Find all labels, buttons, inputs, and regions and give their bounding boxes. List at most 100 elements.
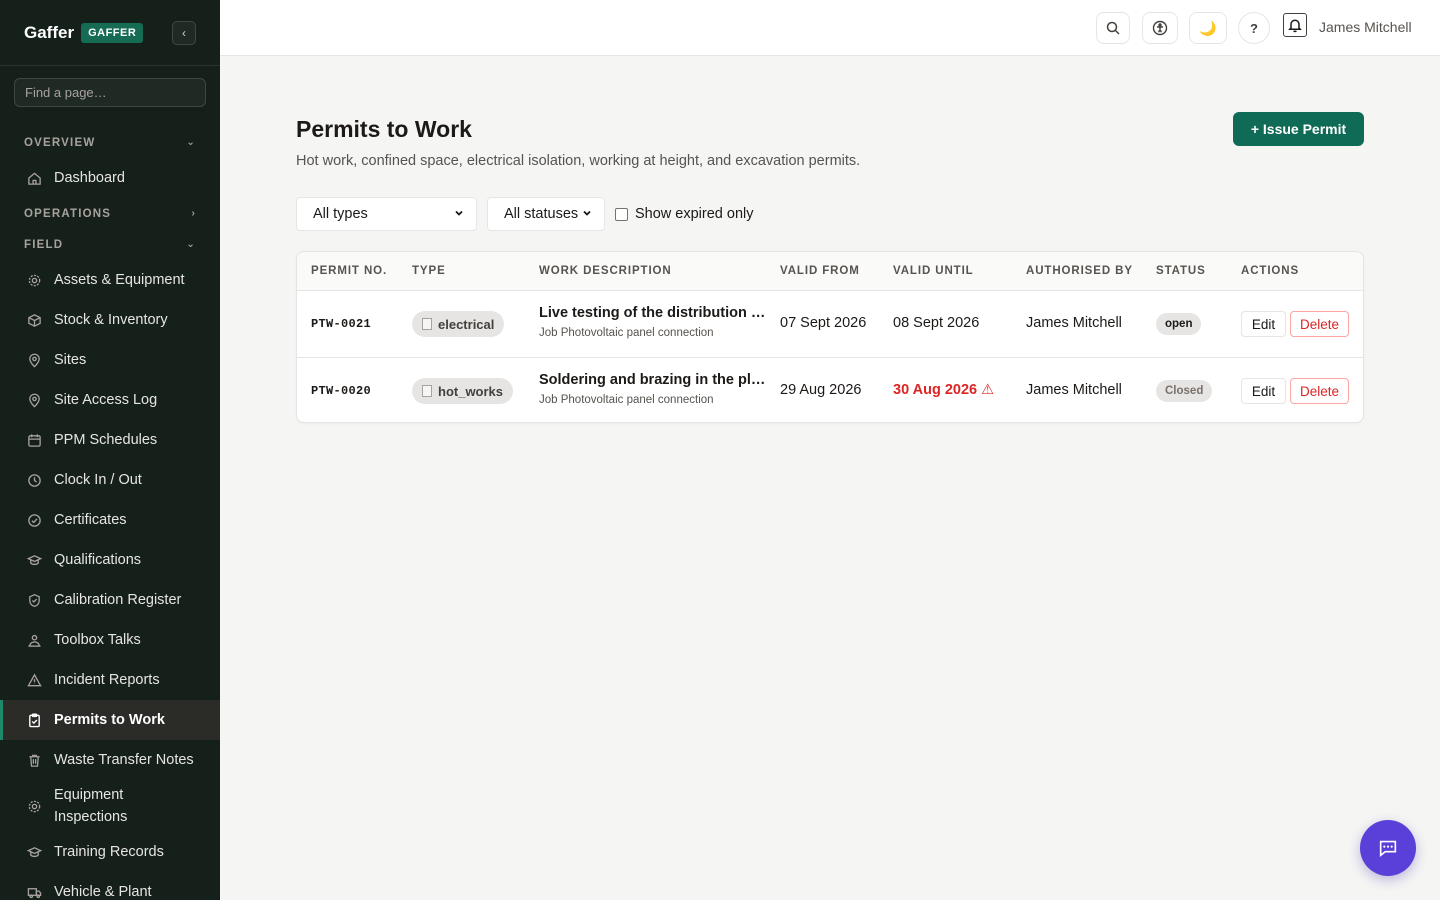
sidebar-item-incident-reports[interactable]: Incident Reports [0,660,220,700]
section-label: FIELD [24,238,64,251]
check-circle-icon [26,512,42,528]
sidebar-item-label: Vehicle & Plant [54,884,152,900]
table-row[interactable]: PTW-0020 hot_works Soldering and brazing… [297,357,1363,422]
sidebar-item-assets-equipment[interactable]: Assets & Equipment [0,260,220,300]
accessibility-button[interactable] [1142,12,1178,44]
column-header[interactable]: ACTIONS [1241,265,1299,277]
chat-icon [1377,837,1399,859]
sidebar-item-vehicle-plant[interactable]: Vehicle & Plant [0,872,220,900]
clock-icon [26,472,42,488]
column-header[interactable]: WORK DESCRIPTION [539,265,672,277]
sidebar-item-toolbox-talks[interactable]: Toolbox Talks [0,620,220,660]
column-header[interactable]: VALID UNTIL [893,265,974,277]
sidebar-item-label: Assets & Equipment [54,272,185,288]
section-field[interactable]: FIELD ⌄ [0,229,220,260]
pin-icon [26,392,42,408]
type-label: hot_works [438,383,504,399]
status-badge: Closed [1156,380,1213,402]
work-description[interactable]: Live testing of the distribution … Job P… [539,305,765,339]
gear-icon [26,272,42,288]
select-value: All statuses [504,206,579,222]
type-label: electrical [438,316,495,332]
chevron-right-icon: › [191,208,196,219]
moon-icon: 🌙 [1199,19,1217,36]
user-menu[interactable]: James Mitchell [1319,19,1412,35]
delete-button[interactable]: Delete [1290,311,1349,337]
valid-from: 07 Sept 2026 [780,315,867,331]
chat-button[interactable] [1360,820,1416,876]
section-operations[interactable]: OPERATIONS › [0,198,220,229]
edit-button[interactable]: Edit [1241,378,1286,404]
warning-icon [26,672,42,688]
theme-toggle-button[interactable]: 🌙 [1189,12,1227,44]
type-filter-select[interactable]: All types [296,197,477,231]
sidebar-item-waste-transfer-notes[interactable]: Waste Transfer Notes [0,740,220,780]
sidebar-item-qualifications[interactable]: Qualifications [0,540,220,580]
sidebar-item-stock-inventory[interactable]: Stock & Inventory [0,300,220,340]
sidebar-item-label: Permits to Work [54,712,165,728]
clipboard-icon [26,712,42,728]
sidebar-item-sites[interactable]: Sites [0,340,220,380]
sidebar-item-training-records[interactable]: Training Records [0,832,220,872]
document-icon [422,385,432,397]
column-header[interactable]: PERMIT NO. [311,265,387,277]
document-icon [422,318,432,330]
notifications-button[interactable] [1283,13,1307,37]
table-row[interactable]: PTW-0021 electrical Live testing of the … [297,291,1363,357]
collapse-sidebar-button[interactable]: ‹ [172,21,196,45]
sidebar: Gaffer GAFFER ‹ Find a page… OVERVIEW ⌄ … [0,0,220,900]
sidebar-item-label: Certificates [54,512,127,528]
authorised-by: James Mitchell [1026,382,1122,398]
sidebar-item-label: Site Access Log [54,392,158,408]
show-expired-checkbox[interactable] [615,207,628,221]
trash-icon [26,752,42,768]
sidebar-item-calibration-register[interactable]: Calibration Register [0,580,220,620]
issue-permit-button[interactable]: + Issue Permit [1233,112,1364,146]
delete-button[interactable]: Delete [1290,378,1349,404]
sidebar-item-equipment-inspections[interactable]: Equipment Inspections [0,780,220,832]
graduation-icon [26,844,42,860]
bell-icon [1287,17,1303,33]
edit-button[interactable]: Edit [1241,311,1286,337]
gear-icon [26,798,42,814]
sidebar-item-label: Calibration Register [54,592,182,608]
type-badge: electrical [412,311,505,337]
sidebar-item-site-access-log[interactable]: Site Access Log [0,380,220,420]
permits-table: PERMIT NO. TYPE WORK DESCRIPTION VALID F… [296,251,1364,423]
column-header[interactable]: TYPE [412,265,446,277]
page-subtitle: Hot work, confined space, electrical iso… [296,153,861,169]
column-header[interactable]: STATUS [1156,265,1206,277]
sidebar-item-dashboard[interactable]: Dashboard [0,158,220,198]
brand-header: Gaffer GAFFER ‹ [0,0,220,66]
permit-number: PTW-0020 [311,384,372,398]
status-filter-select[interactable]: All statuses [487,197,605,231]
valid-until: 08 Sept 2026 [893,315,980,331]
help-button[interactable]: ? [1238,12,1270,44]
sidebar-item-clock-in-out[interactable]: Clock In / Out [0,460,220,500]
sidebar-item-label: Toolbox Talks [54,632,141,648]
main-content: Permits to Work Hot work, confined space… [220,56,1440,900]
sidebar-item-label: Equipment Inspections [54,787,128,825]
show-expired-toggle[interactable]: Show expired only [615,206,754,222]
find-page-input[interactable]: Find a page… [14,78,206,107]
search-button[interactable] [1096,12,1130,44]
sidebar-item-permits-to-work[interactable]: Permits to Work [0,700,220,740]
column-header[interactable]: AUTHORISED BY [1026,265,1133,277]
work-description[interactable]: Soldering and brazing in the pl… Job Pho… [539,372,765,406]
select-value: All types [313,206,368,222]
page-title: Permits to Work [296,116,472,142]
truck-icon [26,884,42,900]
section-label: OVERVIEW [24,136,96,149]
sidebar-item-certificates[interactable]: Certificates [0,500,220,540]
chevron-down-icon [582,208,592,221]
sidebar-item-ppm-schedules[interactable]: PPM Schedules [0,420,220,460]
column-header[interactable]: VALID FROM [780,265,860,277]
status-badge: open [1156,313,1202,335]
section-overview[interactable]: OVERVIEW ⌄ [0,127,220,158]
work-description-title: Soldering and brazing in the pl… [539,372,766,388]
brand-name: Gaffer [24,22,75,42]
show-expired-label: Show expired only [635,206,754,222]
pin-icon [26,352,42,368]
section-label: OPERATIONS [24,207,112,220]
sidebar-item-label: Clock In / Out [54,472,142,488]
